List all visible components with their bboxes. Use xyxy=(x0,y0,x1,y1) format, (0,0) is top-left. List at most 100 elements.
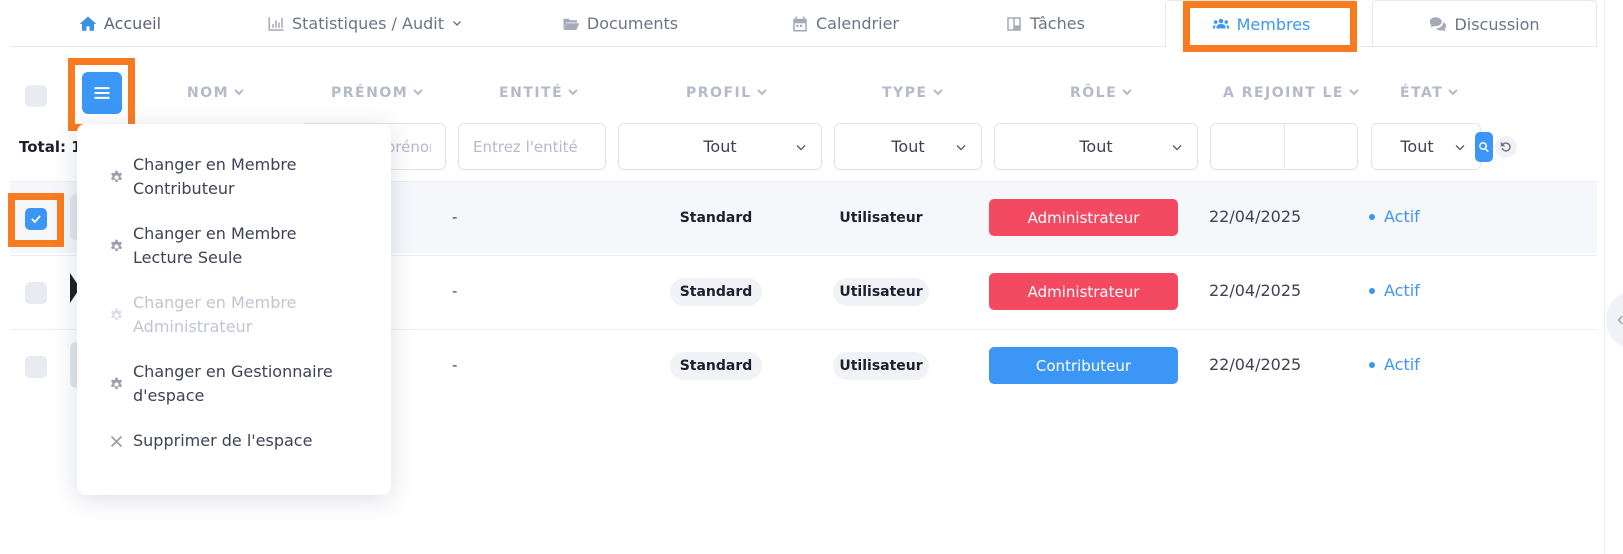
tab-accueil[interactable]: Accueil xyxy=(50,0,190,47)
close-icon xyxy=(110,435,123,447)
row-type-badge: Utilisateur xyxy=(839,210,923,226)
tab-documents[interactable]: Documents xyxy=(540,0,700,47)
row-entite: - xyxy=(452,208,458,226)
bulk-actions-menu: Changer en Membre Contributeur Changer en… xyxy=(77,124,391,495)
comments-icon xyxy=(1430,17,1447,32)
hamburger-icon xyxy=(94,87,110,99)
tab-label: Statistiques / Audit xyxy=(291,14,444,33)
tab-label: Tâches xyxy=(1030,14,1085,33)
menu-item-label: Changer en Gestionnaire xyxy=(133,362,333,381)
search-icon xyxy=(1479,142,1489,153)
row-entite: - xyxy=(452,282,458,300)
tab-statistiques[interactable]: Statistiques / Audit xyxy=(240,0,490,47)
joined-from-date-input[interactable] xyxy=(1210,123,1285,170)
menu-item-label: d'espace xyxy=(133,386,205,405)
gear-icon xyxy=(111,308,122,320)
col-header-entite[interactable]: ENTITÉ xyxy=(499,85,580,101)
chevron-down-icon xyxy=(1122,89,1132,96)
chevron-left-icon xyxy=(1617,315,1623,325)
menu-item-label: Contributeur xyxy=(133,179,235,198)
gear-icon xyxy=(111,239,122,251)
chevron-down-icon xyxy=(956,145,966,151)
role-filter-select[interactable]: Tout xyxy=(994,123,1198,170)
menu-item-label: Administrateur xyxy=(133,317,253,336)
bulk-actions-menu-button[interactable] xyxy=(82,72,122,114)
chevron-down-icon xyxy=(1448,89,1458,96)
side-panel-toggle[interactable] xyxy=(1606,290,1623,350)
etat-filter-select[interactable]: Tout xyxy=(1371,123,1481,170)
menu-item-change-to-administrator: Changer en Membre Administrateur xyxy=(109,291,379,339)
row-joined-date: 22/04/2025 xyxy=(1209,207,1302,226)
tab-label: Calendrier xyxy=(815,14,899,33)
tab-label: Documents xyxy=(586,14,679,33)
tab-discussion[interactable]: Discussion xyxy=(1372,0,1597,47)
status-dot xyxy=(1369,213,1375,220)
col-header-joined[interactable]: A REJOINT LE xyxy=(1223,85,1361,101)
type-filter-select[interactable]: Tout xyxy=(834,123,982,170)
chevron-down-icon xyxy=(453,20,461,26)
home-icon xyxy=(79,16,97,31)
joined-to-date-input[interactable] xyxy=(1285,123,1358,170)
total-count: Total: 1 xyxy=(19,138,82,156)
board-icon xyxy=(1007,16,1021,31)
tab-taches[interactable]: Tâches xyxy=(980,0,1110,47)
status-dot xyxy=(1369,287,1375,294)
chevron-down-icon xyxy=(1349,89,1359,96)
col-header-etat[interactable]: ÉTAT xyxy=(1400,85,1460,101)
menu-item-remove-from-space[interactable]: Supprimer de l'espace xyxy=(109,429,379,453)
chevron-down-icon xyxy=(796,145,806,151)
reset-filters-button[interactable] xyxy=(1495,136,1517,158)
status-label: Actif xyxy=(1384,355,1420,374)
status-label: Actif xyxy=(1384,281,1420,300)
chevron-down-icon xyxy=(234,89,244,96)
col-header-prenom[interactable]: PRÉNOM xyxy=(331,85,425,101)
tab-membres[interactable]: Membres xyxy=(1165,0,1357,48)
calendar-icon xyxy=(793,16,807,31)
status-dot xyxy=(1369,361,1375,368)
row-entite: - xyxy=(452,356,458,374)
row-profil-badge: Standard xyxy=(670,278,762,306)
search-button[interactable] xyxy=(1475,132,1493,162)
select-all-checkbox[interactable] xyxy=(25,85,47,107)
row-profil-badge: Standard xyxy=(670,352,762,380)
menu-item-label: Changer en Membre xyxy=(133,293,297,312)
gear-icon xyxy=(111,377,122,389)
chevron-down-icon xyxy=(1455,145,1465,151)
profil-filter-select[interactable]: Tout xyxy=(618,123,822,170)
row-checkbox[interactable] xyxy=(25,208,47,230)
row-checkbox[interactable] xyxy=(25,282,47,304)
menu-item-change-to-space-manager[interactable]: Changer en Gestionnaire d'espace xyxy=(109,360,379,408)
row-checkbox[interactable] xyxy=(25,356,47,378)
col-header-role[interactable]: RÔLE xyxy=(1070,85,1134,101)
menu-item-label: Lecture Seule xyxy=(133,248,243,267)
tab-label: Discussion xyxy=(1454,14,1540,34)
tab-calendrier[interactable]: Calendrier xyxy=(765,0,925,47)
undo-icon xyxy=(1500,141,1511,152)
chevron-down-icon xyxy=(756,89,767,96)
entite-filter-input[interactable] xyxy=(458,123,606,170)
menu-item-change-to-read-only[interactable]: Changer en Membre Lecture Seule xyxy=(109,222,379,270)
row-role-badge: Contributeur xyxy=(989,347,1178,384)
members-page: Accueil Statistiques / Audit Documents C… xyxy=(0,0,1623,554)
bar-chart-icon xyxy=(268,16,284,31)
row-joined-date: 22/04/2025 xyxy=(1209,281,1302,300)
row-etat: Actif xyxy=(1369,207,1420,226)
col-header-profil[interactable]: PROFIL xyxy=(686,85,769,101)
chevron-down-icon xyxy=(1172,145,1182,151)
menu-item-label: Changer en Membre xyxy=(133,224,297,243)
users-icon xyxy=(1212,18,1229,29)
row-profil-badge: Standard xyxy=(679,210,753,226)
chevron-down-icon xyxy=(932,89,943,96)
menu-item-label: Changer en Membre xyxy=(133,155,297,174)
panel-divider xyxy=(1604,0,1605,554)
row-etat: Actif xyxy=(1369,355,1420,374)
row-type-badge: Utilisateur xyxy=(833,352,929,380)
menu-item-change-to-contributor[interactable]: Changer en Membre Contributeur xyxy=(109,153,379,201)
col-header-type[interactable]: TYPE xyxy=(882,85,945,101)
row-joined-date: 22/04/2025 xyxy=(1209,355,1302,374)
row-type-badge: Utilisateur xyxy=(833,278,929,306)
status-label: Actif xyxy=(1384,207,1420,226)
col-header-nom[interactable]: NOM xyxy=(187,85,246,101)
gear-icon xyxy=(111,170,122,182)
row-role-badge: Administrateur xyxy=(989,273,1178,310)
